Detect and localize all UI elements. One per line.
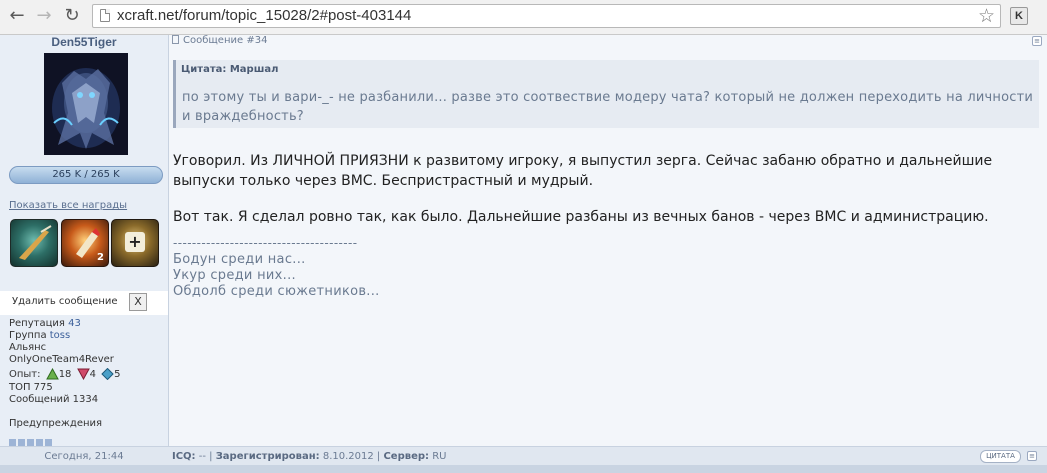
- show-awards-link[interactable]: Показать все награды: [9, 200, 127, 211]
- reputation-value[interactable]: 43: [68, 318, 81, 329]
- delete-message-row: Удалить сообщение X: [0, 291, 168, 315]
- server-value: RU: [432, 451, 447, 462]
- icq-value: --: [198, 451, 206, 462]
- forum-page: Den55Tiger 265 K / 265 K Показать все на…: [0, 35, 1047, 473]
- user-sidebar: Den55Tiger 265 K / 265 K Показать все на…: [0, 35, 169, 446]
- reputation-row: Репутация 43: [9, 318, 81, 330]
- registered-value: 8.10.2012: [322, 451, 374, 462]
- protoss-exp-icon: [101, 368, 114, 380]
- author-name[interactable]: Den55Tiger: [0, 35, 168, 49]
- exp-terran-value: 18: [58, 369, 72, 380]
- server-label: Сервер:: [383, 451, 430, 462]
- url-text[interactable]: xcraft.net/forum/topic_15028/2#post-4031…: [117, 7, 411, 24]
- post-author-info: ICQ: -- | Зарегистрирован: 8.10.2012 | С…: [172, 451, 447, 462]
- alliance-value[interactable]: OnlyOneTeam4Rever: [9, 354, 114, 366]
- browser-toolbar: ← → ↻ xcraft.net/forum/topic_15028/2#pos…: [0, 0, 1047, 35]
- quote-title: Цитата: Маршал: [173, 60, 1039, 80]
- hp-bar: 265 K / 265 K: [9, 166, 163, 184]
- award-count: 2: [97, 252, 104, 263]
- message-paragraph-2: Вот так. Я сделал ровно так, как было. Д…: [173, 209, 989, 225]
- reputation-label: Репутация: [9, 318, 65, 329]
- terran-exp-icon: [45, 368, 59, 380]
- group-label: Группа: [9, 330, 47, 341]
- experience-label: Опыт:: [9, 369, 41, 380]
- post-footer: Сегодня, 21:44 ICQ: -- | Зарегистрирован…: [0, 446, 1047, 466]
- signature: Бодун среди нас... Укур среди них... Обд…: [173, 252, 380, 300]
- signature-line: Укур среди них...: [173, 268, 296, 283]
- signature-divider: ---------------------------------------: [173, 236, 358, 250]
- exp-protoss-value: 5: [114, 369, 121, 380]
- post-link-icon: [172, 35, 179, 44]
- icq-label: ICQ:: [172, 451, 196, 462]
- signature-line: Бодун среди нас...: [173, 252, 306, 267]
- alliance-label: Альянс: [9, 342, 47, 353]
- forward-arrow-icon[interactable]: →: [32, 4, 56, 28]
- footer-options-icon[interactable]: ≡: [1027, 451, 1037, 461]
- registered-label: Зарегистрирован:: [215, 451, 320, 462]
- address-bar[interactable]: xcraft.net/forum/topic_15028/2#post-4031…: [92, 4, 1001, 28]
- post-time: Сегодня, 21:44: [44, 451, 124, 462]
- extension-button[interactable]: K: [1010, 7, 1028, 25]
- group-row: Группа toss: [9, 330, 70, 342]
- plus-icon: +: [125, 232, 145, 252]
- delete-message-label: Удалить сообщение: [12, 296, 118, 307]
- reload-icon[interactable]: ↻: [60, 4, 84, 28]
- top-rank: ТОП 775: [9, 382, 53, 393]
- award-rocket-icon[interactable]: 2: [61, 219, 109, 267]
- signature-line: Обдолб среди сюжетников...: [173, 284, 380, 299]
- quote-body: по этому ты и вари-_- не разбанили... ра…: [173, 80, 1039, 128]
- post-number-label: Сообщение #34: [183, 35, 268, 46]
- zerg-exp-icon: [76, 368, 90, 380]
- bookmark-star-icon[interactable]: ☆: [978, 5, 995, 27]
- quote-button[interactable]: ЦИТАТА: [980, 450, 1021, 463]
- back-arrow-icon[interactable]: ←: [5, 4, 29, 28]
- post-options-icon[interactable]: ≡: [1032, 36, 1042, 46]
- message-count: Сообщений 1334: [9, 394, 99, 405]
- message-paragraph-1: Уговорил. Из ЛИЧНОЙ ПРИЯЗНИ к развитому …: [173, 153, 993, 189]
- page-bottom-bar: [0, 465, 1047, 473]
- group-value[interactable]: toss: [50, 330, 70, 341]
- award-rifle-icon[interactable]: [10, 219, 58, 267]
- warnings-label: Предупреждения: [9, 418, 103, 429]
- award-gold-plus-icon[interactable]: +: [111, 219, 159, 267]
- experience-row: Опыт: 18 4 5: [9, 368, 121, 381]
- delete-message-button[interactable]: X: [129, 293, 147, 311]
- exp-zerg-value: 4: [89, 369, 96, 380]
- post-header: Сообщение #34 ≡: [169, 35, 1047, 49]
- page-icon: [100, 9, 110, 22]
- user-avatar[interactable]: [44, 53, 128, 155]
- post-number[interactable]: Сообщение #34: [172, 35, 267, 46]
